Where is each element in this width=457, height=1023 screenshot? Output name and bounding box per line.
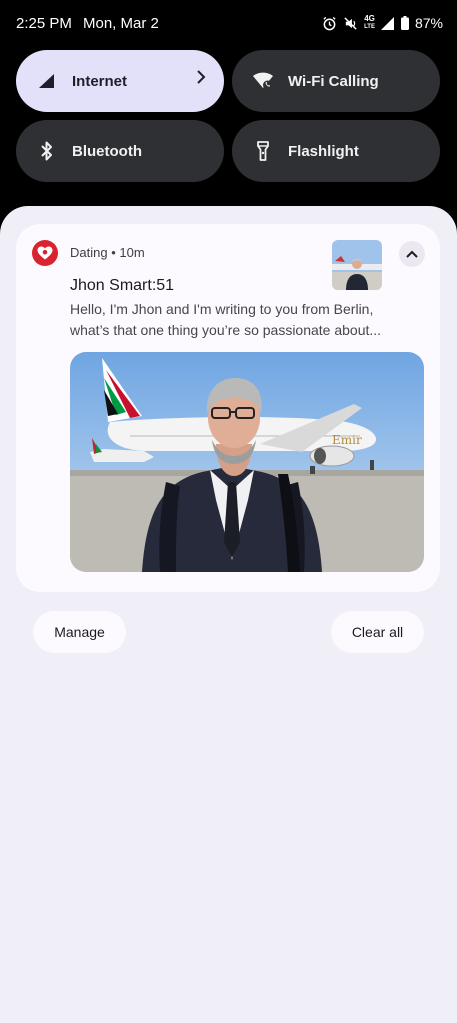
- app-name: Dating: [70, 245, 108, 260]
- battery-percent: 87%: [414, 15, 443, 31]
- alarm-icon: [322, 16, 337, 31]
- tile-flashlight[interactable]: Flashlight: [232, 120, 440, 182]
- header-separator: •: [111, 245, 116, 260]
- manage-button[interactable]: Manage: [33, 611, 126, 653]
- svg-text:Emir: Emir: [332, 433, 362, 447]
- expand-button[interactable]: [399, 241, 425, 267]
- tile-flashlight-label: Flashlight: [288, 142, 359, 160]
- status-time: 2:25 PM: [16, 15, 72, 32]
- notification-time: 10m: [119, 245, 145, 260]
- clear-all-button[interactable]: Clear all: [331, 611, 424, 653]
- notification-header: Dating • 10m: [70, 245, 145, 260]
- notification-body: Hello, I'm Jhon and I'm writing to you f…: [70, 301, 382, 338]
- network-type: 4G LTE: [364, 14, 375, 31]
- mute-icon: [343, 16, 358, 31]
- chevron-right-icon[interactable]: [196, 70, 206, 88]
- chevron-up-icon: [406, 250, 418, 258]
- heart-icon: [37, 246, 53, 260]
- notification-card[interactable]: Dating • 10m Jhon Smart:51 Hello, I'm Jh…: [16, 224, 440, 592]
- wifi-calling-icon: [252, 70, 274, 92]
- tile-bluetooth[interactable]: Bluetooth: [16, 120, 224, 182]
- app-icon: [32, 240, 58, 266]
- tile-wifi-calling-label: Wi-Fi Calling: [288, 72, 379, 90]
- bluetooth-icon: [36, 140, 58, 162]
- sender-thumbnail: [332, 240, 382, 290]
- status-bar: 2:25 PM Mon, Mar 2 4G LTE 87%: [0, 0, 457, 50]
- tile-wifi-calling[interactable]: Wi-Fi Calling: [232, 50, 440, 112]
- status-icons: 4G LTE 87%: [322, 15, 443, 31]
- status-date: Mon, Mar 2: [83, 15, 159, 32]
- tile-internet-label: Internet: [72, 72, 128, 90]
- signal-icon: [36, 70, 58, 92]
- notification-image: Emir: [70, 352, 424, 572]
- signal-icon: [380, 16, 395, 30]
- notification-title: Jhon Smart:51: [70, 277, 175, 294]
- tile-internet[interactable]: Internet: [16, 50, 224, 112]
- tile-bluetooth-label: Bluetooth: [72, 142, 142, 160]
- battery-icon: [400, 16, 409, 30]
- flashlight-icon: [252, 140, 274, 162]
